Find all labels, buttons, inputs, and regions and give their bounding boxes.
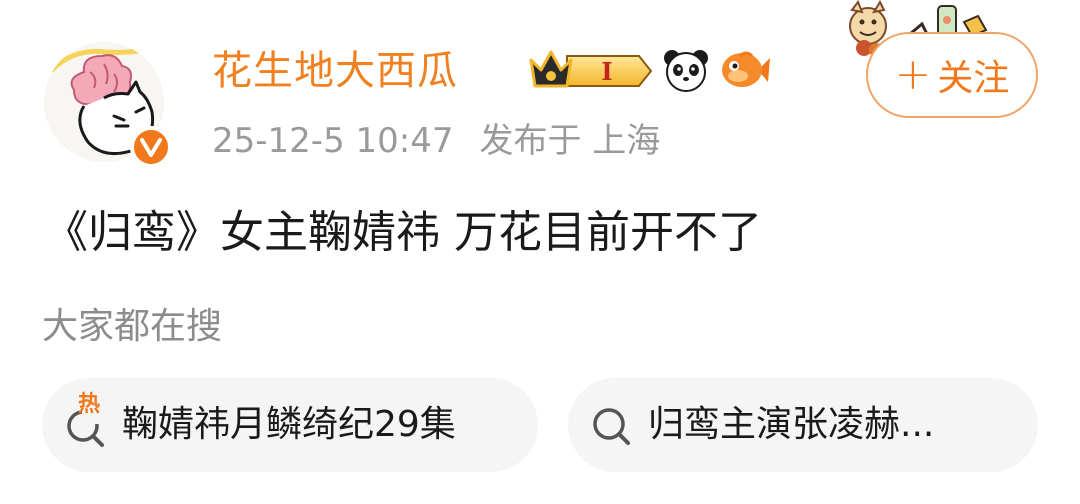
follow-label: 关注 [937, 58, 1010, 99]
search-chip-label: 归鸾主演张凌赫... [648, 404, 935, 445]
verified-badge-icon [130, 126, 172, 168]
search-chip-label: 鞠婧祎月鳞绮纪29集 [122, 404, 456, 445]
plus-icon: + [894, 49, 932, 100]
fish-icon[interactable] [720, 46, 772, 94]
post-time: 25-12-5 10:47 [212, 121, 454, 161]
search-chip[interactable]: 热 鞠婧祎月鳞绮纪29集 [42, 378, 538, 472]
hot-mark: 热 [78, 392, 101, 417]
follow-button[interactable]: + 关注 [866, 32, 1038, 118]
search-chip[interactable]: 归鸾主演张凌赫... [568, 378, 1038, 472]
crown-level-icon[interactable]: I [527, 46, 653, 96]
search-icon [590, 402, 636, 448]
username[interactable]: 花生地大西瓜 [212, 42, 458, 100]
post-meta: 25-12-5 10:47 发布于 上海 [212, 116, 660, 166]
weibo-post-card: 花生地大西瓜 I 25-12-5 10:47 发布于 上海 + 关注 《归鸾》女… [0, 0, 1080, 504]
level-badge-text: I [601, 57, 612, 86]
post-text: 《归鸾》女主鞠婧祎 万花目前开不了 [44, 207, 762, 258]
post-location: 发布于 上海 [479, 121, 661, 161]
panda-icon[interactable] [662, 46, 710, 94]
searching-title: 大家都在搜 [42, 306, 223, 347]
hot-search-icon: 热 [64, 394, 110, 448]
